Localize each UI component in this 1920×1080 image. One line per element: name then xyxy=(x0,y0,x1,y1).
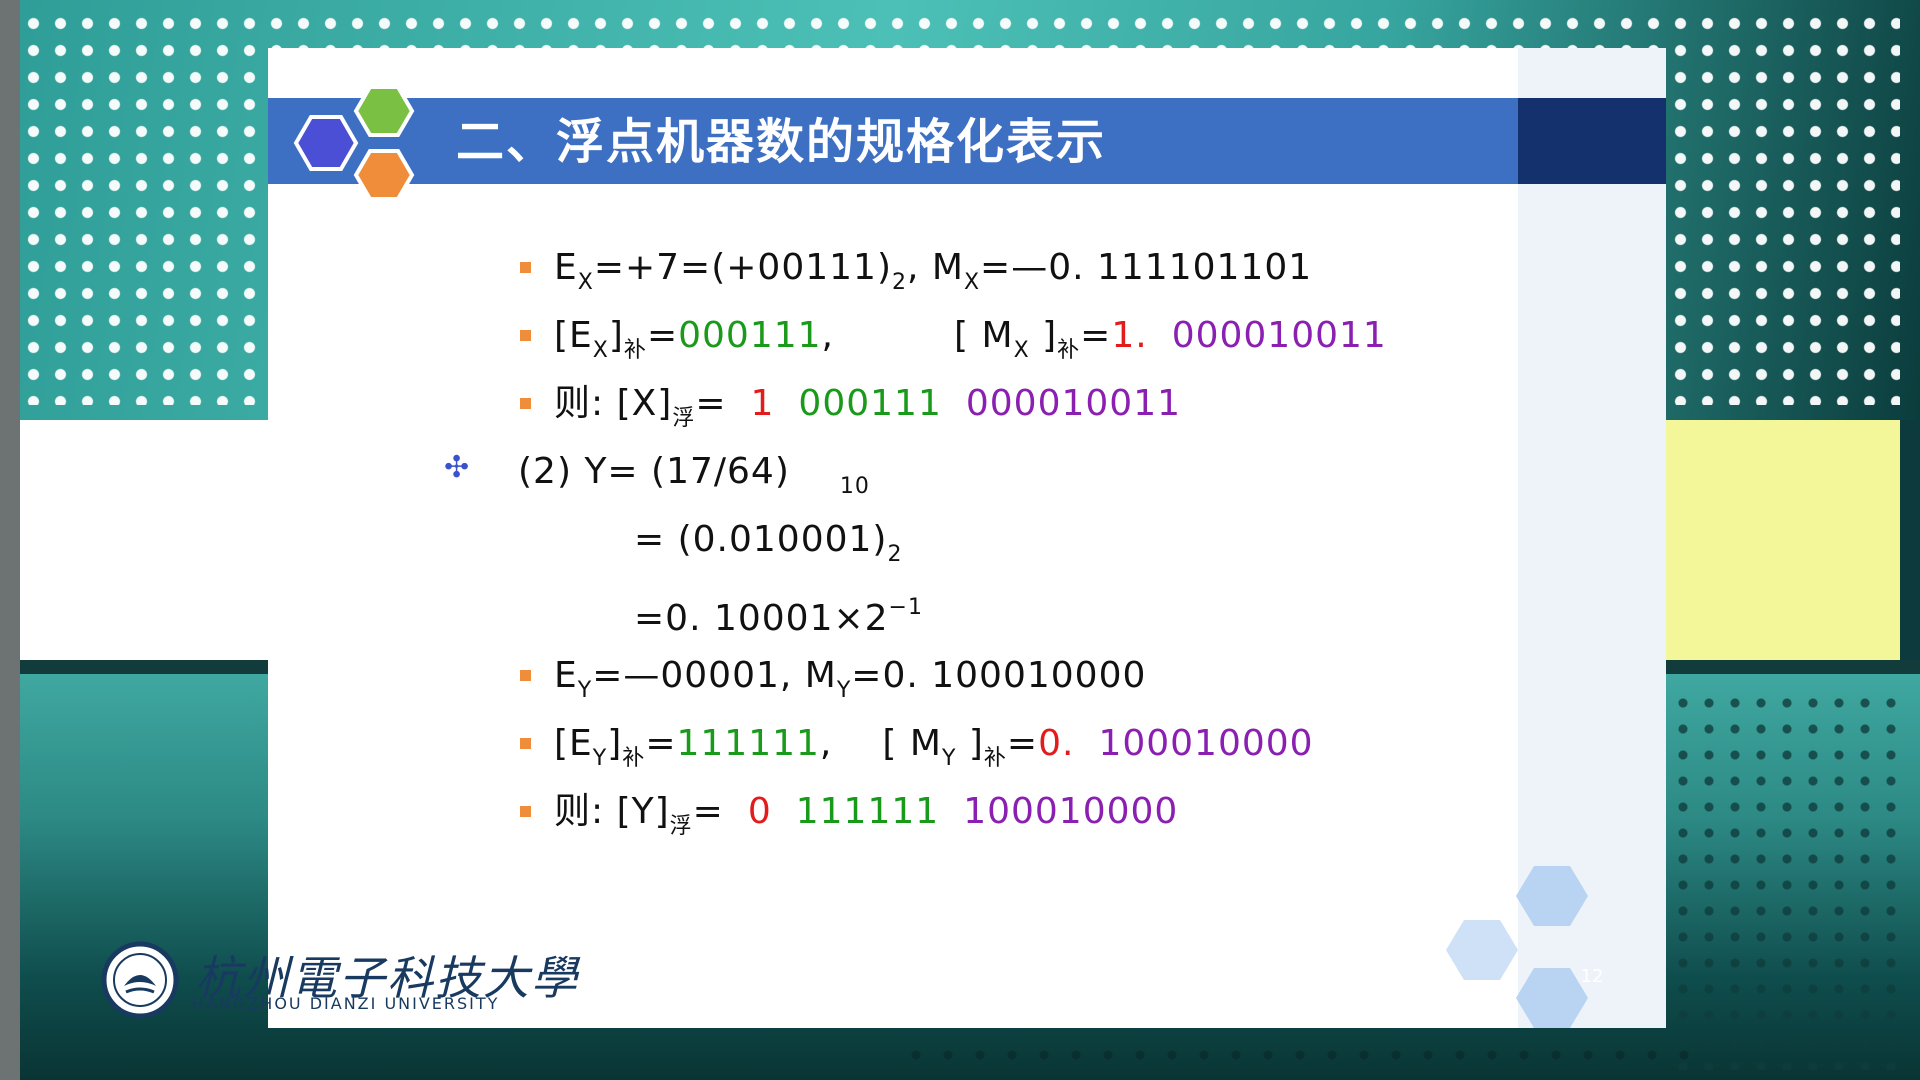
sign-value: 1 xyxy=(750,383,775,424)
line-ex-mx: EX=+7=(+00111)2, MX=—0. 111101101 xyxy=(554,244,1312,307)
page-number: 12 xyxy=(1580,966,1604,987)
sign-value: 1. xyxy=(1111,315,1148,356)
text: E xyxy=(554,247,578,288)
bullet-icon xyxy=(520,330,531,341)
subscript: X xyxy=(592,338,609,363)
text: =—0. 111101101 xyxy=(980,247,1313,288)
slide-content: EX=+7=(+00111)2, MX=—0. 111101101 [EX]补=… xyxy=(268,48,1518,1028)
university-logo: 杭州電子科技大學 HANGZHOU DIANZI UNIVERSITY xyxy=(100,940,577,1020)
bullet-icon xyxy=(520,806,531,817)
slide: 二、浮点机器数的规格化表示 EX=+7=(+00111)2, MX=—0. 11… xyxy=(268,48,1666,1028)
exponent-value: 111111 xyxy=(676,723,820,764)
text: ] xyxy=(956,723,984,764)
exponent-value: 000111 xyxy=(798,383,942,424)
line-y-float: 则: [Y]浮= 0 111111 100010000 xyxy=(554,788,1178,851)
background-yellow-block xyxy=(1660,420,1900,660)
text: = xyxy=(692,791,724,832)
sign-value: 0 xyxy=(747,791,772,832)
subscript: X xyxy=(963,270,981,295)
text: , M xyxy=(907,247,964,288)
line-y-fraction: (2) Y= (17/64) 10 xyxy=(518,448,870,511)
subscript: 浮 xyxy=(669,814,693,839)
text: = xyxy=(1080,315,1112,356)
text: [E xyxy=(554,315,593,356)
bullet-icon xyxy=(520,738,531,749)
text: ] xyxy=(607,723,623,764)
text: =—00001, M xyxy=(592,655,837,696)
subscript: 2 xyxy=(887,542,903,567)
text: ] xyxy=(1029,315,1058,356)
exponent-value: 111111 xyxy=(795,791,940,832)
subscript: X xyxy=(577,270,594,295)
text: 则: [Y] xyxy=(554,791,670,832)
subscript: Y xyxy=(836,678,852,703)
line-ey-my-complement: [EY]补=111111,[ MY ]补=0. 100010000 xyxy=(554,720,1314,783)
superscript: −1 xyxy=(888,595,923,620)
text: = xyxy=(695,383,727,424)
line-x-float: 则: [X]浮= 1 000111 000010011 xyxy=(554,380,1181,443)
text: (2) Y= (17/64) xyxy=(518,451,790,492)
text: E xyxy=(554,655,578,696)
text: = xyxy=(645,723,677,764)
university-name-en: HANGZHOU DIANZI UNIVERSITY xyxy=(192,994,500,1013)
exponent-value: 000111 xyxy=(678,315,822,356)
subscript: 补 xyxy=(983,746,1007,771)
mantissa-value: 100010000 xyxy=(1098,723,1314,764)
hexagon xyxy=(1516,866,1588,926)
title-bar-end xyxy=(1518,98,1666,184)
university-emblem-icon xyxy=(101,941,179,1019)
line-y-normalized: =0. 10001×2−1 xyxy=(634,584,923,643)
mantissa-value: 000010011 xyxy=(965,383,1181,424)
left-edge xyxy=(0,0,20,1080)
text: 则: [X] xyxy=(554,383,673,424)
text: =0. 10001×2 xyxy=(634,598,889,639)
text: , xyxy=(819,723,833,764)
mantissa-value: 100010000 xyxy=(963,791,1179,832)
subscript: 补 xyxy=(623,338,647,363)
text: = xyxy=(1006,723,1039,764)
subscript: 补 xyxy=(622,746,646,771)
text: [E xyxy=(554,723,593,764)
sign-value: 0. xyxy=(1038,723,1075,764)
text: ] xyxy=(608,315,624,356)
text: =+7=(+00111) xyxy=(593,247,892,288)
subscript: 10 xyxy=(839,474,870,499)
mantissa-value: 000010011 xyxy=(1171,315,1387,356)
bullet-icon xyxy=(520,398,531,409)
subscript: 补 xyxy=(1057,338,1081,363)
line-y-binary: = (0.010001)2 xyxy=(634,516,902,579)
subscript: Y xyxy=(941,746,957,771)
background-bottom-dots xyxy=(1670,690,1910,1070)
text: = xyxy=(646,315,679,356)
background-strip-dots xyxy=(900,1040,1700,1070)
subscript: Y xyxy=(592,746,608,771)
text: =0. 100010000 xyxy=(851,655,1147,696)
subscript: Y xyxy=(577,678,593,703)
bullet-icon xyxy=(520,670,531,681)
subscript: 2 xyxy=(892,270,907,295)
text: [ M xyxy=(954,315,1014,356)
text: , xyxy=(821,315,834,356)
text: [ M xyxy=(882,723,942,764)
hexagon xyxy=(1446,920,1518,980)
subscript: 浮 xyxy=(672,406,696,431)
line-ey-my: EY=—00001, MY=0. 100010000 xyxy=(554,652,1146,715)
subscript: X xyxy=(1013,338,1030,363)
decorative-hexagons-icon xyxy=(1446,866,1588,1028)
text: = (0.010001) xyxy=(634,519,888,560)
diamond-bullet-icon: ✣ xyxy=(444,450,470,485)
line-ex-mx-complement: [EX]补=000111,[ MX ]补=1. 000010011 xyxy=(554,312,1387,375)
bullet-icon xyxy=(520,262,531,273)
